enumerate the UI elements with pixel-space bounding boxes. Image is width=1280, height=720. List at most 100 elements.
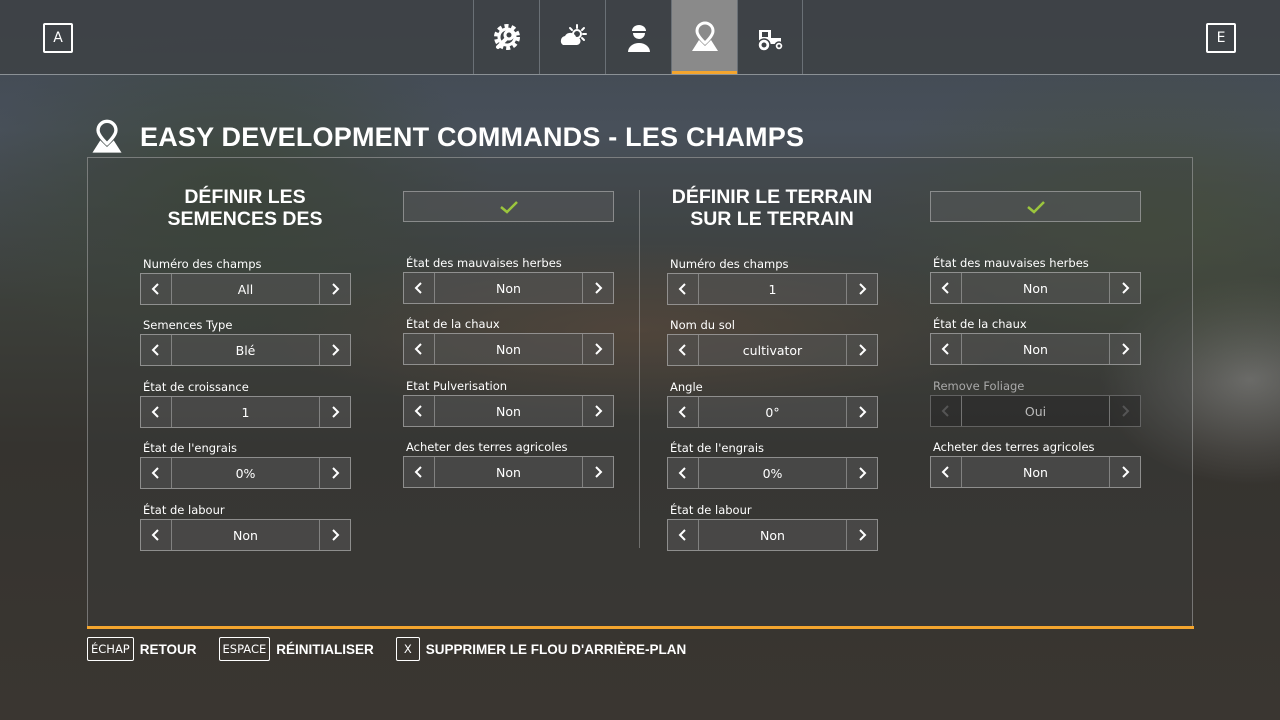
field-label: Nom du sol [670,318,735,332]
previous-option-button[interactable] [141,458,172,488]
reset-action[interactable]: ESPACE RÉINITIALISER [218,637,374,661]
chevron-right-icon [1122,282,1130,294]
option-stepper[interactable]: Blé [140,334,351,366]
field-label: Semences Type [143,318,233,332]
remove-blur-action[interactable]: X SUPPRIMER LE FLOU D'ARRIÈRE-PLAN [395,637,686,661]
next-option-button[interactable] [1109,457,1140,487]
tab-bar [473,0,803,74]
previous-option-button[interactable] [931,334,962,364]
previous-option-button[interactable] [404,273,435,303]
option-stepper[interactable]: 0% [667,457,878,489]
next-option-button[interactable] [319,335,350,365]
option-stepper[interactable]: Non [403,395,614,427]
tab-vehicles[interactable] [737,0,803,74]
previous-option-button[interactable] [931,457,962,487]
previous-option-button[interactable] [141,335,172,365]
option-field: État des mauvaises herbes Non [930,255,1141,304]
section-title-seeds: DÉFINIR LES SEMENCES DES [140,186,350,230]
checkmark-icon [1026,200,1045,214]
next-page-key-hint[interactable]: E [1206,23,1236,53]
apply-terrain-button[interactable] [930,191,1141,222]
previous-option-button[interactable] [404,396,435,426]
next-option-button[interactable] [582,457,613,487]
previous-option-button[interactable] [668,397,699,427]
option-field: Angle 0° [667,379,878,428]
next-option-button[interactable] [846,335,877,365]
option-stepper[interactable]: Non [140,519,351,551]
chevron-left-icon [941,405,949,417]
previous-option-button[interactable] [141,397,172,427]
next-option-button[interactable] [846,458,877,488]
option-stepper[interactable]: cultivator [667,334,878,366]
next-option-button[interactable] [319,520,350,550]
chevron-left-icon [678,406,686,418]
next-option-button[interactable] [582,334,613,364]
option-value: Non [496,464,521,480]
option-value: 1 [241,404,250,420]
previous-option-button[interactable] [404,334,435,364]
option-stepper[interactable]: Non [930,333,1141,365]
option-stepper[interactable]: Non [403,456,614,488]
option-value: 0% [762,465,783,481]
next-option-button[interactable] [582,396,613,426]
field-label: État de la chaux [406,317,500,331]
previous-option-button[interactable] [141,520,172,550]
field-label: Acheter des terres agricoles [406,440,568,454]
option-stepper[interactable]: Non [930,456,1141,488]
previous-option-button[interactable] [141,274,172,304]
option-stepper[interactable]: 1 [667,273,878,305]
tab-fields[interactable] [671,0,737,74]
option-stepper[interactable]: Non [667,519,878,551]
next-option-button[interactable] [846,520,877,550]
farmer-icon [627,25,650,52]
tab-general-settings[interactable] [473,0,539,74]
previous-option-button[interactable] [931,273,962,303]
tab-farmer[interactable] [605,0,671,74]
apply-seeds-button[interactable] [403,191,614,222]
weather-icon [560,24,587,45]
next-option-button[interactable] [1109,273,1140,303]
page-title: EASY DEVELOPMENT COMMANDS - LES CHAMPS [140,121,805,152]
option-stepper[interactable]: All [140,273,351,305]
option-field: État de la chaux Non [403,316,614,365]
previous-option-button[interactable] [668,458,699,488]
chevron-right-icon [595,282,603,294]
chevron-left-icon [151,283,159,295]
field-label: État de labour [143,503,225,517]
tractor-icon [757,30,784,52]
back-action[interactable]: ÉCHAP RETOUR [87,637,197,661]
option-value: Non [496,341,521,357]
option-value: All [237,281,254,297]
next-option-button[interactable] [1109,334,1140,364]
chevron-left-icon [678,529,686,541]
field-label: État de la chaux [933,317,1027,331]
option-stepper[interactable]: Non [403,272,614,304]
option-stepper[interactable]: 0° [667,396,878,428]
next-option-button[interactable] [319,274,350,304]
tab-weather[interactable] [539,0,605,74]
previous-option-button[interactable] [668,274,699,304]
back-label: RETOUR [139,641,197,657]
option-stepper[interactable]: 0% [140,457,351,489]
chevron-left-icon [678,467,686,479]
option-value: Blé [235,342,256,358]
option-stepper[interactable]: Non [403,333,614,365]
previous-option-button[interactable] [668,335,699,365]
option-field: Etat Pulverisation Non [403,378,614,427]
next-option-button[interactable] [319,397,350,427]
prev-page-key-hint[interactable]: A [43,23,73,53]
previous-option-button[interactable] [404,457,435,487]
option-field: Remove Foliage Oui [930,378,1141,427]
option-stepper[interactable]: 1 [140,396,351,428]
next-option-button[interactable] [582,273,613,303]
next-option-button[interactable] [846,397,877,427]
next-option-button[interactable] [846,274,877,304]
next-option-button[interactable] [319,458,350,488]
option-stepper[interactable]: Non [930,272,1141,304]
option-field: Numéro des champs 1 [667,256,878,305]
option-field: État de labour Non [667,502,878,551]
previous-option-button[interactable] [668,520,699,550]
key-x: X [395,637,420,661]
option-stepper: Oui [930,395,1141,427]
field-label: État de l'engrais [670,441,764,455]
